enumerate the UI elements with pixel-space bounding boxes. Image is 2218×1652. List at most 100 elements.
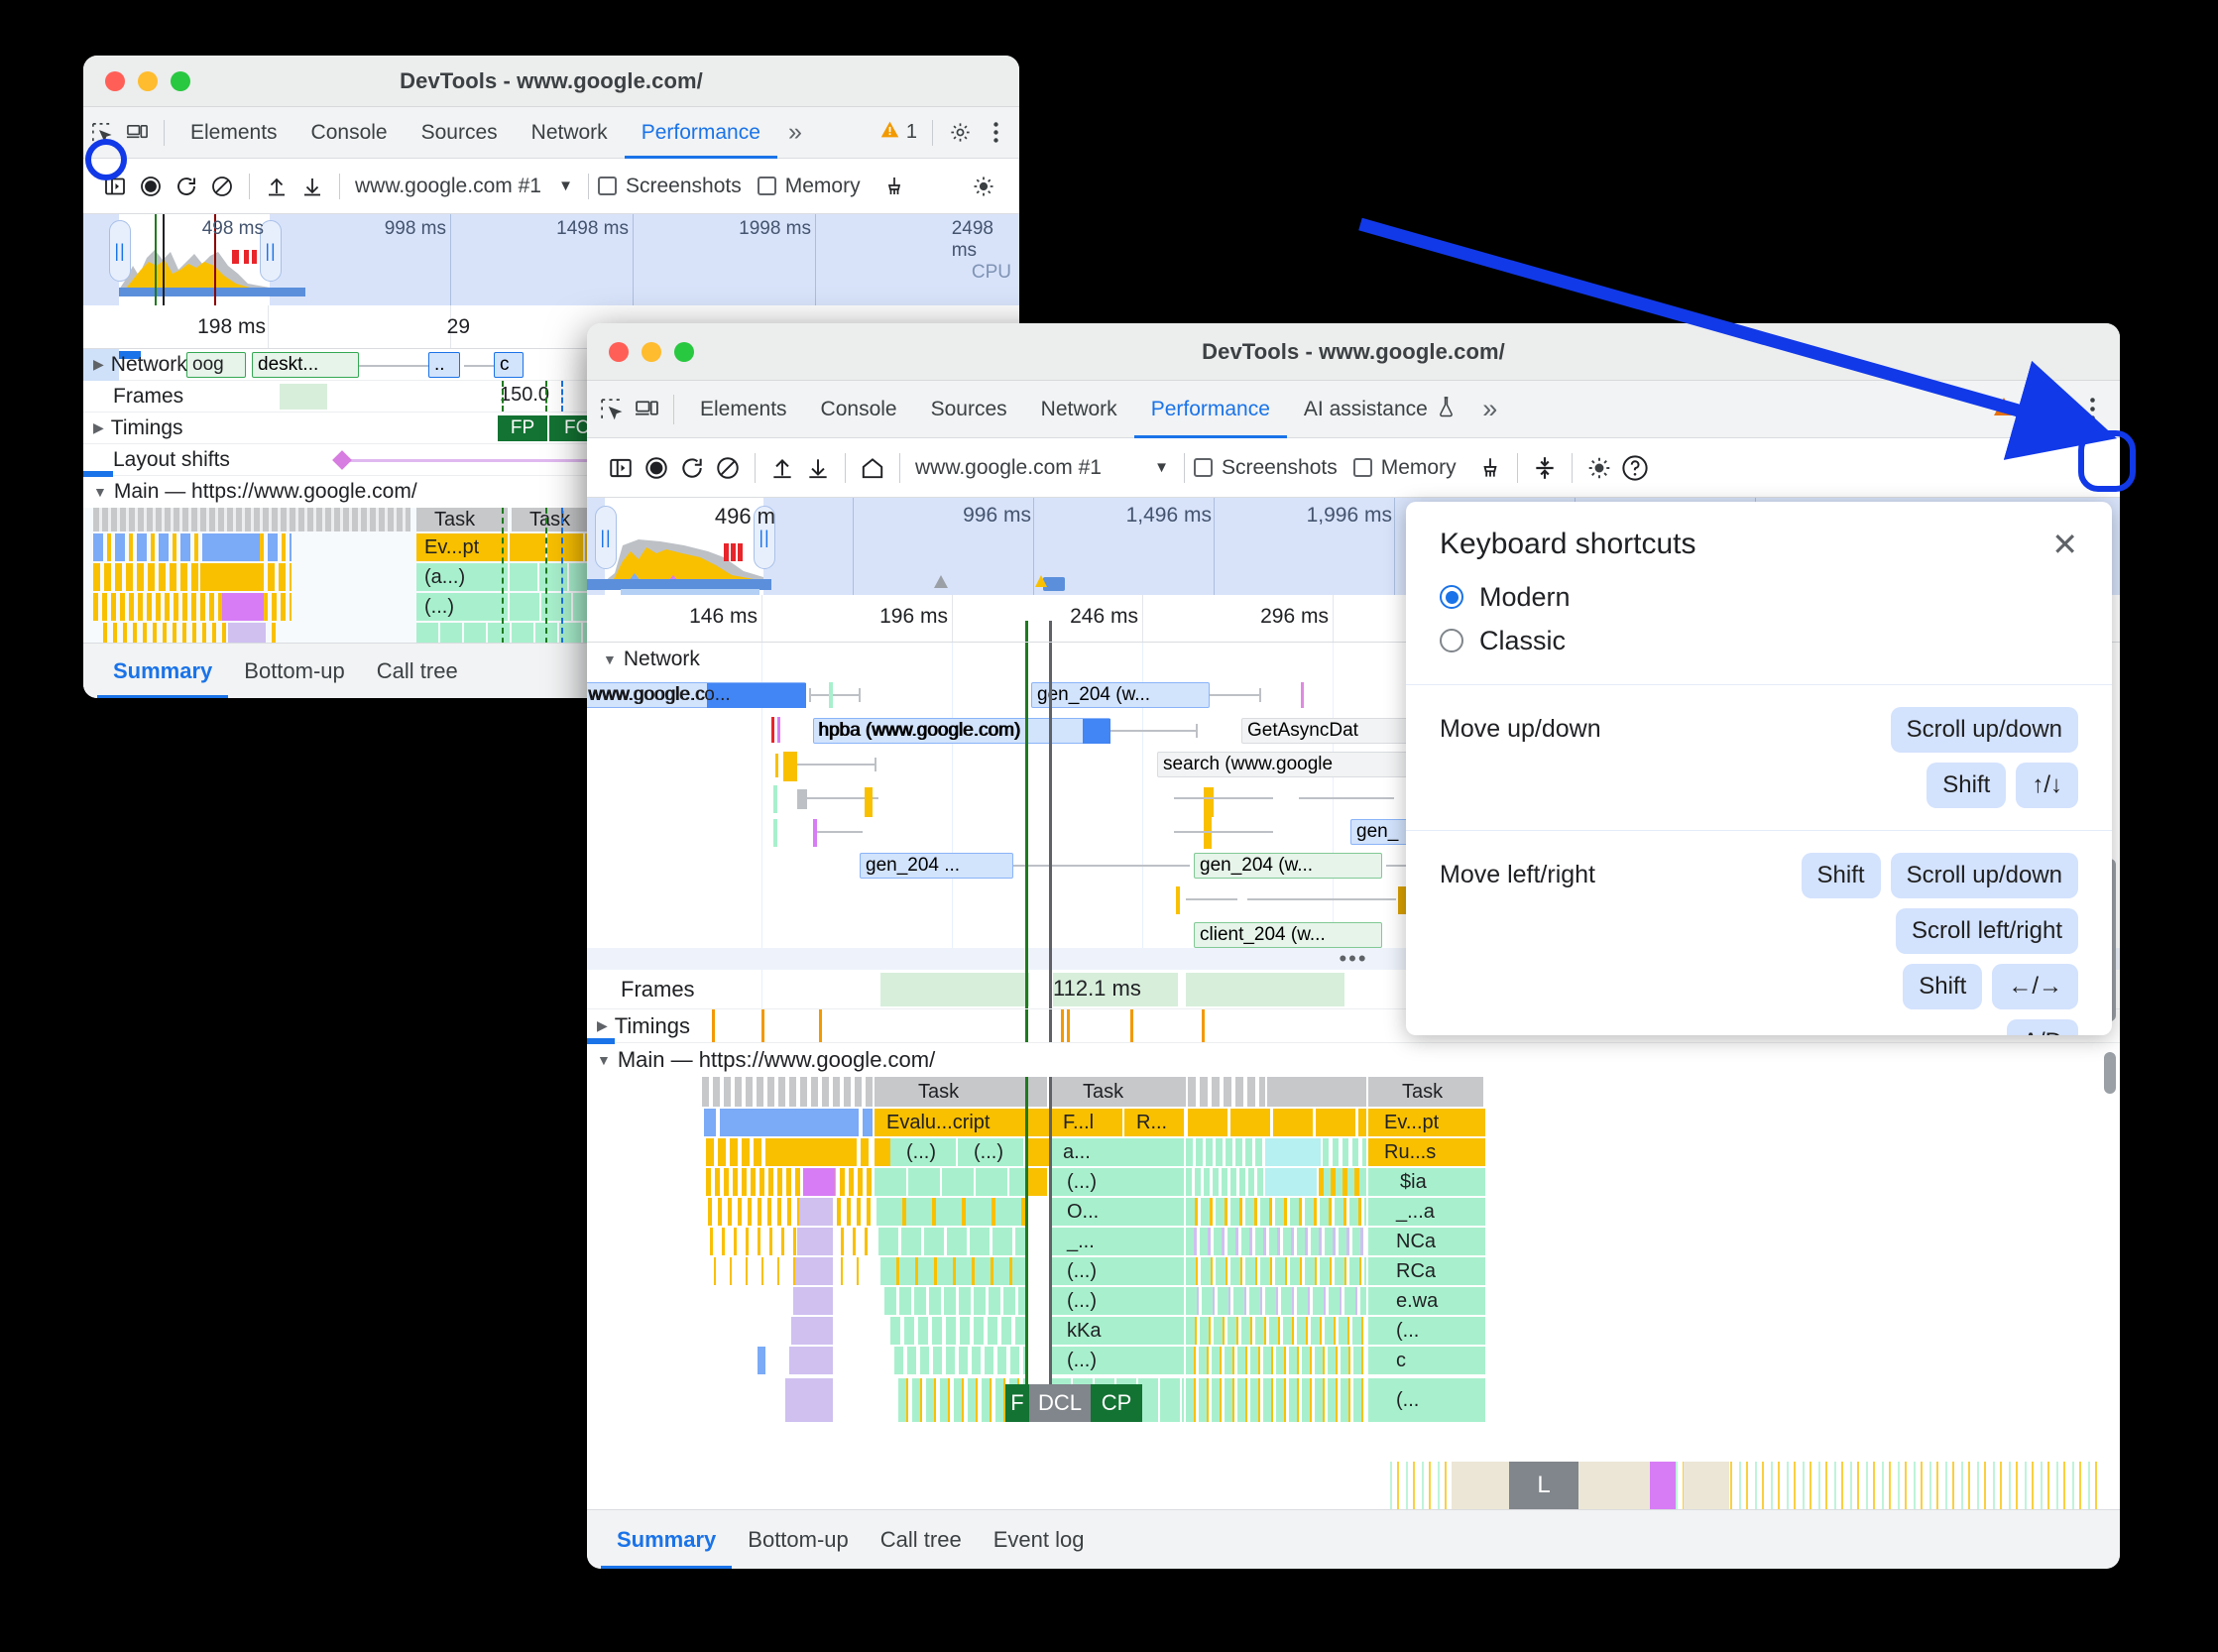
- drawer-tab-summary[interactable]: Summary: [97, 644, 228, 699]
- flame-block[interactable]: Ru...s: [1368, 1138, 1485, 1166]
- tab-network[interactable]: Network: [1024, 381, 1134, 438]
- inspect-element-icon[interactable]: [593, 394, 629, 425]
- kebab-menu-icon[interactable]: [2074, 394, 2110, 425]
- radio-modern[interactable]: Modern: [1440, 575, 2078, 619]
- timing-marker-fp[interactable]: FP: [498, 415, 547, 441]
- main-scrollbar[interactable]: [2104, 1052, 2116, 1094]
- drawer-tab-bottom-up[interactable]: Bottom-up: [732, 1510, 865, 1570]
- tab-elements[interactable]: Elements: [683, 381, 804, 438]
- flame-block[interactable]: (...): [416, 593, 508, 621]
- drawer-tab-call-tree[interactable]: Call tree: [361, 644, 474, 699]
- gear-icon[interactable]: [942, 117, 978, 149]
- collapse-vertical-icon[interactable]: [1527, 452, 1563, 484]
- device-toolbar-icon[interactable]: [629, 394, 664, 425]
- tab-elements[interactable]: Elements: [174, 107, 294, 159]
- kebab-menu-icon[interactable]: [978, 117, 1013, 149]
- flame-task[interactable]: Task: [416, 508, 508, 531]
- network-chip[interactable]: deskt...: [252, 351, 359, 378]
- broom-icon[interactable]: [876, 171, 912, 202]
- screenshots-checkbox[interactable]: Screenshots: [1194, 456, 1338, 480]
- triangle-down-icon[interactable]: ▼: [603, 651, 617, 667]
- network-chip[interactable]: ..: [428, 351, 460, 378]
- front-track-main[interactable]: ▼ Main — https://www.google.com/: [587, 1038, 2120, 1077]
- gear-icon[interactable]: [1581, 452, 1617, 484]
- home-icon[interactable]: [855, 452, 890, 484]
- network-chip[interactable]: oog: [186, 351, 246, 378]
- flame-task[interactable]: Task: [1368, 1077, 1483, 1107]
- flame-task[interactable]: Task: [1049, 1077, 1186, 1107]
- drawer-tab-call-tree[interactable]: Call tree: [865, 1510, 978, 1570]
- clear-slash-icon[interactable]: [710, 452, 746, 484]
- flame-block[interactable]: c: [1368, 1347, 1485, 1374]
- flame-block[interactable]: Evalu...cript: [875, 1109, 1025, 1136]
- flame-task[interactable]: Task: [875, 1077, 1047, 1107]
- upload-arrow-icon[interactable]: [259, 171, 294, 202]
- trace-select[interactable]: www.google.com #1 ▼: [909, 456, 1175, 480]
- chevron-double-right-icon[interactable]: »: [1472, 394, 1508, 425]
- tab-performance[interactable]: Performance: [1134, 381, 1287, 438]
- download-arrow-icon[interactable]: [294, 171, 330, 202]
- tab-performance[interactable]: Performance: [625, 107, 777, 159]
- flame-block[interactable]: _...: [1051, 1228, 1184, 1255]
- triangle-down-icon[interactable]: ▼: [597, 1052, 611, 1068]
- front-minimap-strip[interactable]: L: [1390, 1462, 2102, 1509]
- broom-icon[interactable]: [1472, 452, 1508, 484]
- flame-block[interactable]: e.wa: [1368, 1287, 1485, 1315]
- tab-console[interactable]: Console: [294, 107, 405, 159]
- triangle-right-icon[interactable]: ▶: [93, 356, 104, 373]
- flame-block[interactable]: RCa: [1368, 1257, 1485, 1285]
- memory-checkbox[interactable]: Memory: [1352, 456, 1457, 480]
- drawer-tab-bottom-up[interactable]: Bottom-up: [228, 644, 361, 699]
- clear-slash-icon[interactable]: [204, 171, 240, 202]
- trace-select[interactable]: www.google.com #1 ▼: [349, 175, 579, 198]
- chevron-double-right-icon[interactable]: »: [777, 117, 813, 149]
- network-request[interactable]: client_204 (w...: [1194, 922, 1382, 948]
- flame-block[interactable]: NCa: [1368, 1228, 1485, 1255]
- triangle-right-icon[interactable]: ▶: [597, 1017, 608, 1034]
- flame-block[interactable]: Ev...pt: [416, 533, 508, 561]
- minimap-marker-l[interactable]: L: [1509, 1462, 1578, 1509]
- network-request[interactable]: gen_204 (w...: [1194, 853, 1382, 879]
- keyboard-shortcuts-panel[interactable]: Keyboard shortcuts ✕ Modern Classic Move…: [1406, 502, 2112, 1035]
- network-request[interactable]: gen_204 (w...: [1031, 682, 1210, 708]
- record-circle-icon[interactable]: [639, 452, 674, 484]
- flame-block[interactable]: (...: [1368, 1378, 1485, 1422]
- flame-block[interactable]: O...: [1051, 1198, 1184, 1226]
- tab-sources[interactable]: Sources: [914, 381, 1024, 438]
- flame-block[interactable]: (...): [1051, 1287, 1184, 1315]
- layout-shift-marker[interactable]: [332, 450, 352, 470]
- flame-block[interactable]: (...): [1051, 1347, 1184, 1374]
- flame-block[interactable]: F...l: [1051, 1109, 1122, 1136]
- flame-block[interactable]: _...a: [1368, 1198, 1485, 1226]
- triangle-right-icon[interactable]: ▶: [93, 419, 104, 436]
- close-x-icon[interactable]: ✕: [2051, 529, 2078, 560]
- radio-button[interactable]: [1440, 585, 1463, 609]
- flame-block[interactable]: (...: [1368, 1317, 1485, 1345]
- screenshots-checkbox[interactable]: Screenshots: [598, 175, 742, 198]
- gear-icon[interactable]: [2039, 394, 2074, 425]
- flame-block[interactable]: (...): [1051, 1257, 1184, 1285]
- event-marker-dcl[interactable]: DCL: [1029, 1384, 1091, 1422]
- reload-record-icon[interactable]: [169, 171, 204, 202]
- flame-block[interactable]: R...: [1124, 1109, 1184, 1136]
- panel-sidebar-icon[interactable]: [603, 452, 639, 484]
- flame-block[interactable]: (a...): [416, 563, 508, 591]
- tab-sources[interactable]: Sources: [405, 107, 515, 159]
- radio-button[interactable]: [1440, 629, 1463, 652]
- drawer-tab-summary[interactable]: Summary: [601, 1510, 732, 1570]
- upload-arrow-icon[interactable]: [764, 452, 800, 484]
- event-marker-cp[interactable]: CP: [1091, 1384, 1142, 1422]
- device-toolbar-icon[interactable]: [119, 117, 155, 149]
- record-circle-icon[interactable]: [133, 171, 169, 202]
- flame-block[interactable]: (...): [958, 1138, 1023, 1166]
- network-request[interactable]: GetAsyncDat: [1241, 718, 1430, 744]
- network-request[interactable]: search (www.google: [1157, 752, 1415, 777]
- flame-block[interactable]: Ev...pt: [1368, 1109, 1485, 1136]
- network-request[interactable]: www.google.co...: [587, 682, 806, 708]
- event-marker-f[interactable]: F: [1005, 1384, 1029, 1422]
- memory-checkbox[interactable]: Memory: [757, 175, 861, 198]
- reload-record-icon[interactable]: [674, 452, 710, 484]
- help-question-icon[interactable]: [1617, 452, 1653, 484]
- tab-network[interactable]: Network: [515, 107, 625, 159]
- flame-block[interactable]: kKa: [1051, 1317, 1184, 1345]
